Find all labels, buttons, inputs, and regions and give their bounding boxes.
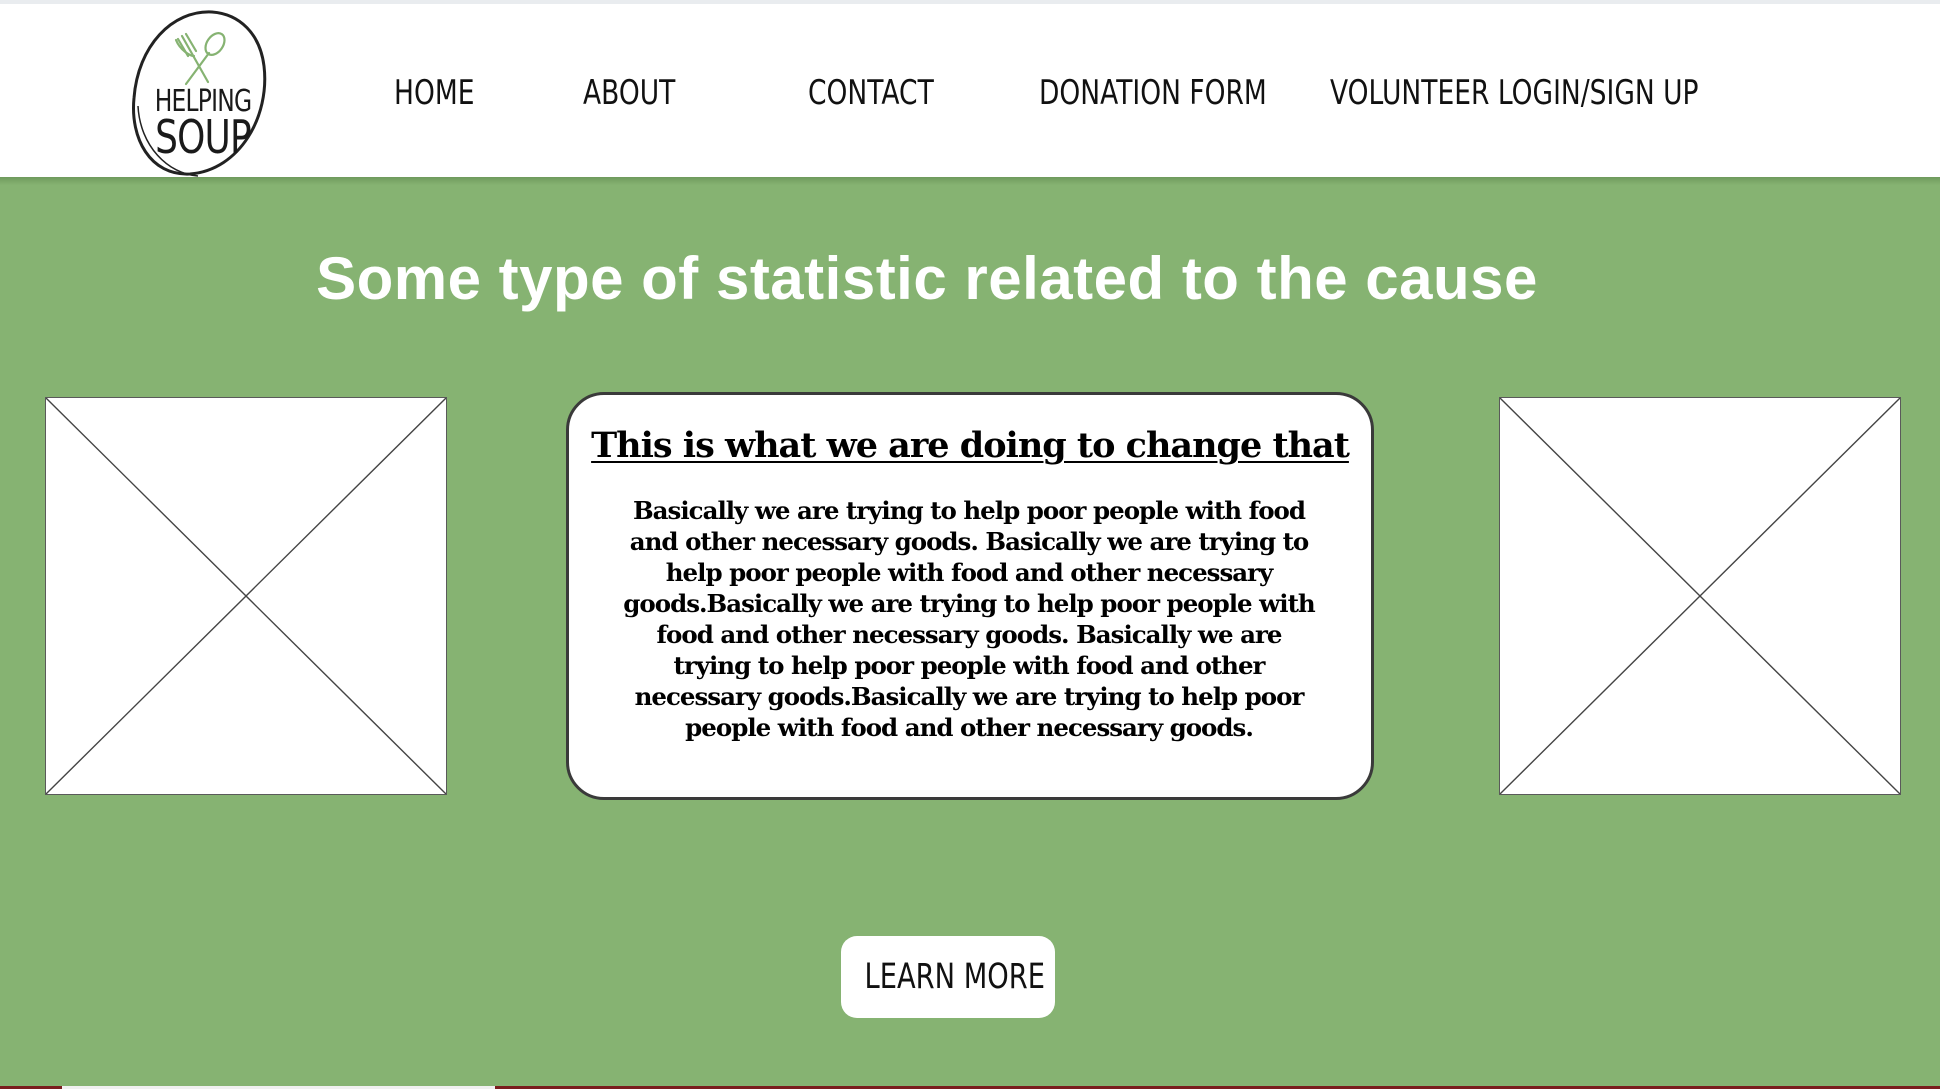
image-placeholder-left — [45, 397, 447, 795]
learn-more-label: LEARN MORE — [864, 957, 1046, 997]
mission-card-title: This is what we are doing to change that — [591, 425, 1350, 466]
nav-volunteer-login-link[interactable]: VOLUNTEER LOGIN/SIGN UP — [1330, 68, 1699, 118]
mission-card-body: Basically we are trying to help poor peo… — [623, 496, 1315, 742]
nav-about-link[interactable]: ABOUT — [583, 68, 675, 118]
nav-donation-form-link[interactable]: DONATION FORM — [1039, 68, 1267, 118]
nav-home-link[interactable]: HOME — [394, 68, 474, 118]
fork-spoon-icon — [174, 32, 226, 86]
image-placeholder-right — [1499, 397, 1901, 795]
page: HELPING SOUP HOME ABOUT CONTACT DONATION… — [0, 0, 1940, 1089]
image-placeholder-icon — [1500, 398, 1900, 794]
nav-contact-link[interactable]: CONTACT — [808, 68, 934, 118]
logo-text-bottom: SOUP — [155, 110, 252, 164]
site-header: HELPING SOUP HOME ABOUT CONTACT DONATION… — [0, 4, 1940, 177]
header-shadow — [0, 177, 1940, 185]
mission-card: This is what we are doing to change that… — [566, 392, 1374, 800]
statistic-heading: Some type of statistic related to the ca… — [316, 245, 1538, 312]
learn-more-button[interactable]: LEARN MORE — [841, 936, 1055, 1018]
image-placeholder-icon — [46, 398, 446, 794]
logo[interactable]: HELPING SOUP — [128, 6, 278, 180]
